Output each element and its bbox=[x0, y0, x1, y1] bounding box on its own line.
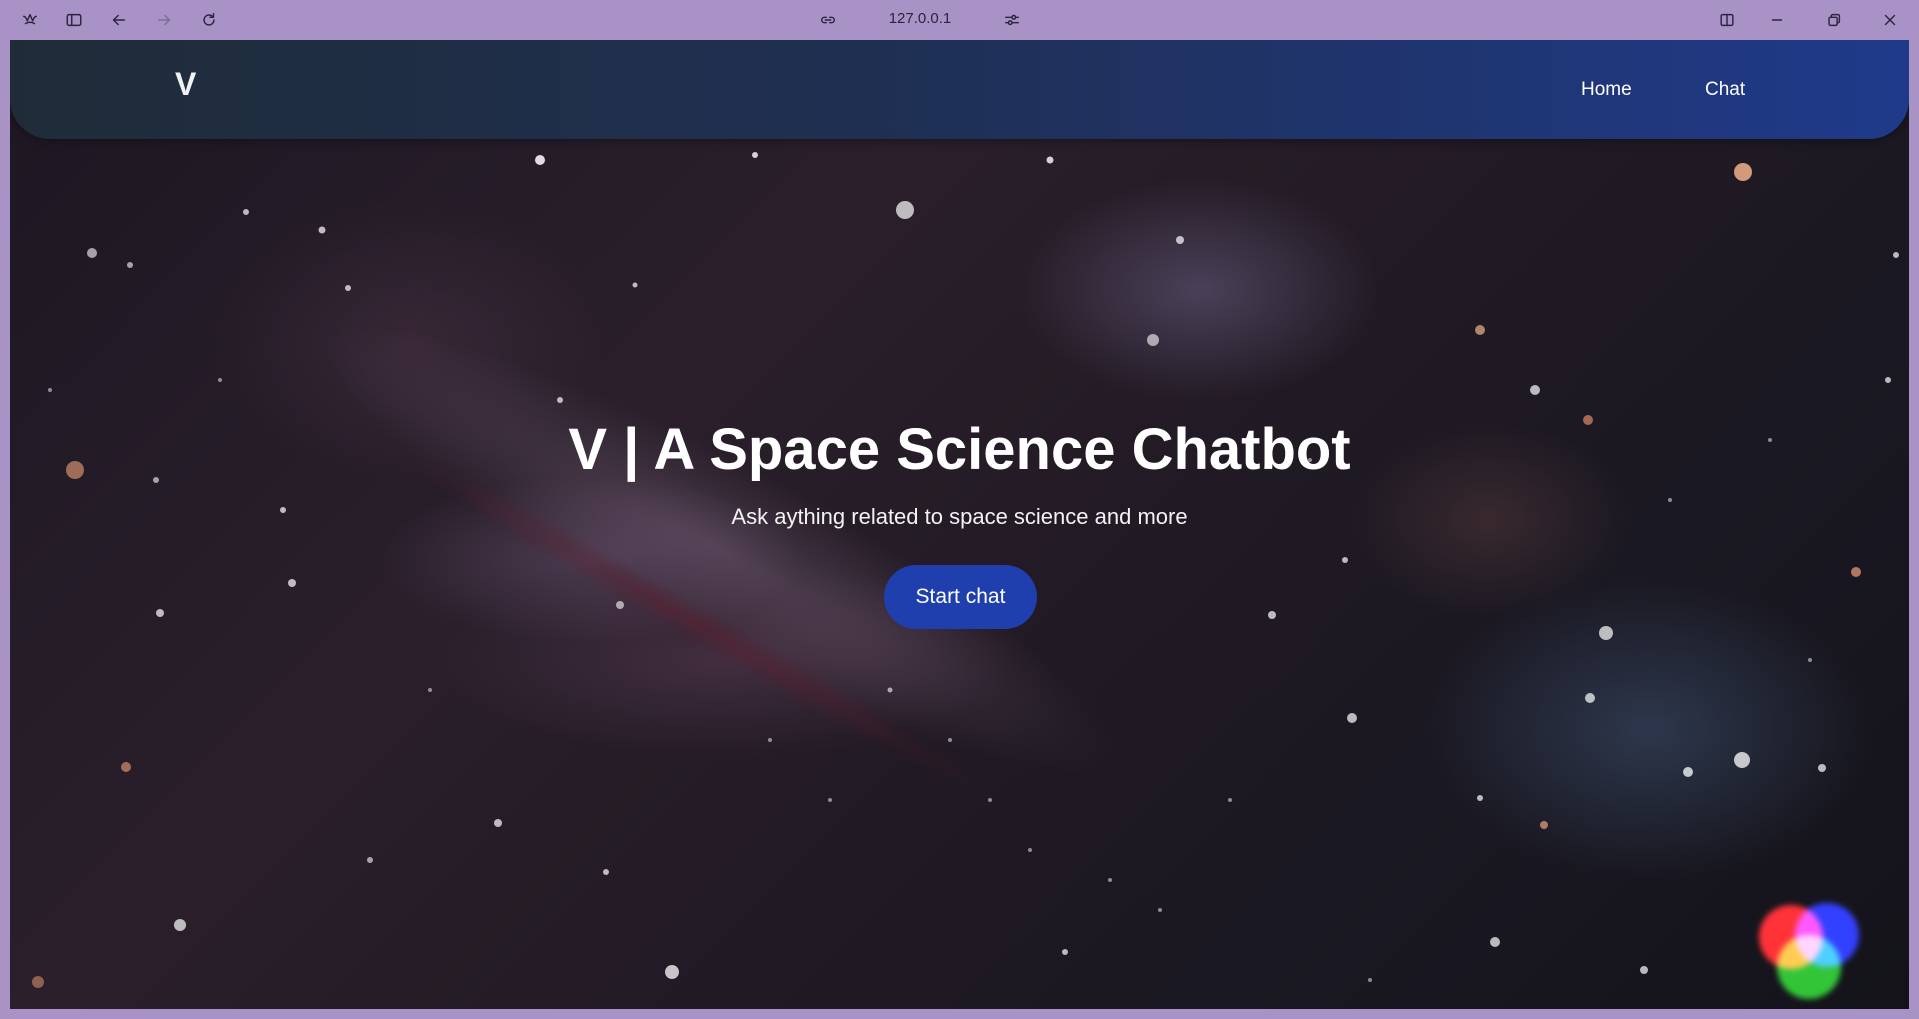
hero-subtitle: Ask aything related to space science and… bbox=[731, 504, 1188, 529]
hero-title: V | A Space Science Chatbot bbox=[568, 417, 1351, 482]
start-chat-button[interactable]: Start chat bbox=[884, 565, 1037, 629]
sliders-icon[interactable] bbox=[999, 8, 1025, 32]
address-bar-url[interactable]: 127.0.0.1 bbox=[880, 10, 960, 27]
minimize-icon[interactable] bbox=[1764, 8, 1790, 32]
nav-link-chat[interactable]: Chat bbox=[1705, 79, 1745, 101]
rgb-color-circles-icon[interactable] bbox=[1755, 895, 1865, 1005]
reload-icon[interactable] bbox=[196, 8, 222, 32]
nav-link-home[interactable]: Home bbox=[1581, 79, 1632, 101]
site-navbar: V Home Chat bbox=[10, 40, 1909, 139]
sidebar-toggle-icon[interactable] bbox=[61, 8, 87, 32]
back-arrow-icon[interactable] bbox=[106, 8, 132, 32]
link-icon[interactable] bbox=[815, 8, 841, 32]
page-viewport: V Home Chat V | A Space Science Chatbot … bbox=[10, 40, 1909, 1009]
browser-toolbar: 127.0.0.1 bbox=[0, 0, 1919, 40]
close-icon[interactable] bbox=[1877, 8, 1903, 32]
restore-icon[interactable] bbox=[1821, 8, 1847, 32]
brand-logo[interactable]: V bbox=[175, 66, 196, 103]
split-view-icon[interactable] bbox=[1714, 8, 1740, 32]
nebula-background bbox=[280, 259, 1160, 841]
browser-logo-icon[interactable] bbox=[17, 8, 43, 32]
forward-arrow-icon[interactable] bbox=[151, 8, 177, 32]
